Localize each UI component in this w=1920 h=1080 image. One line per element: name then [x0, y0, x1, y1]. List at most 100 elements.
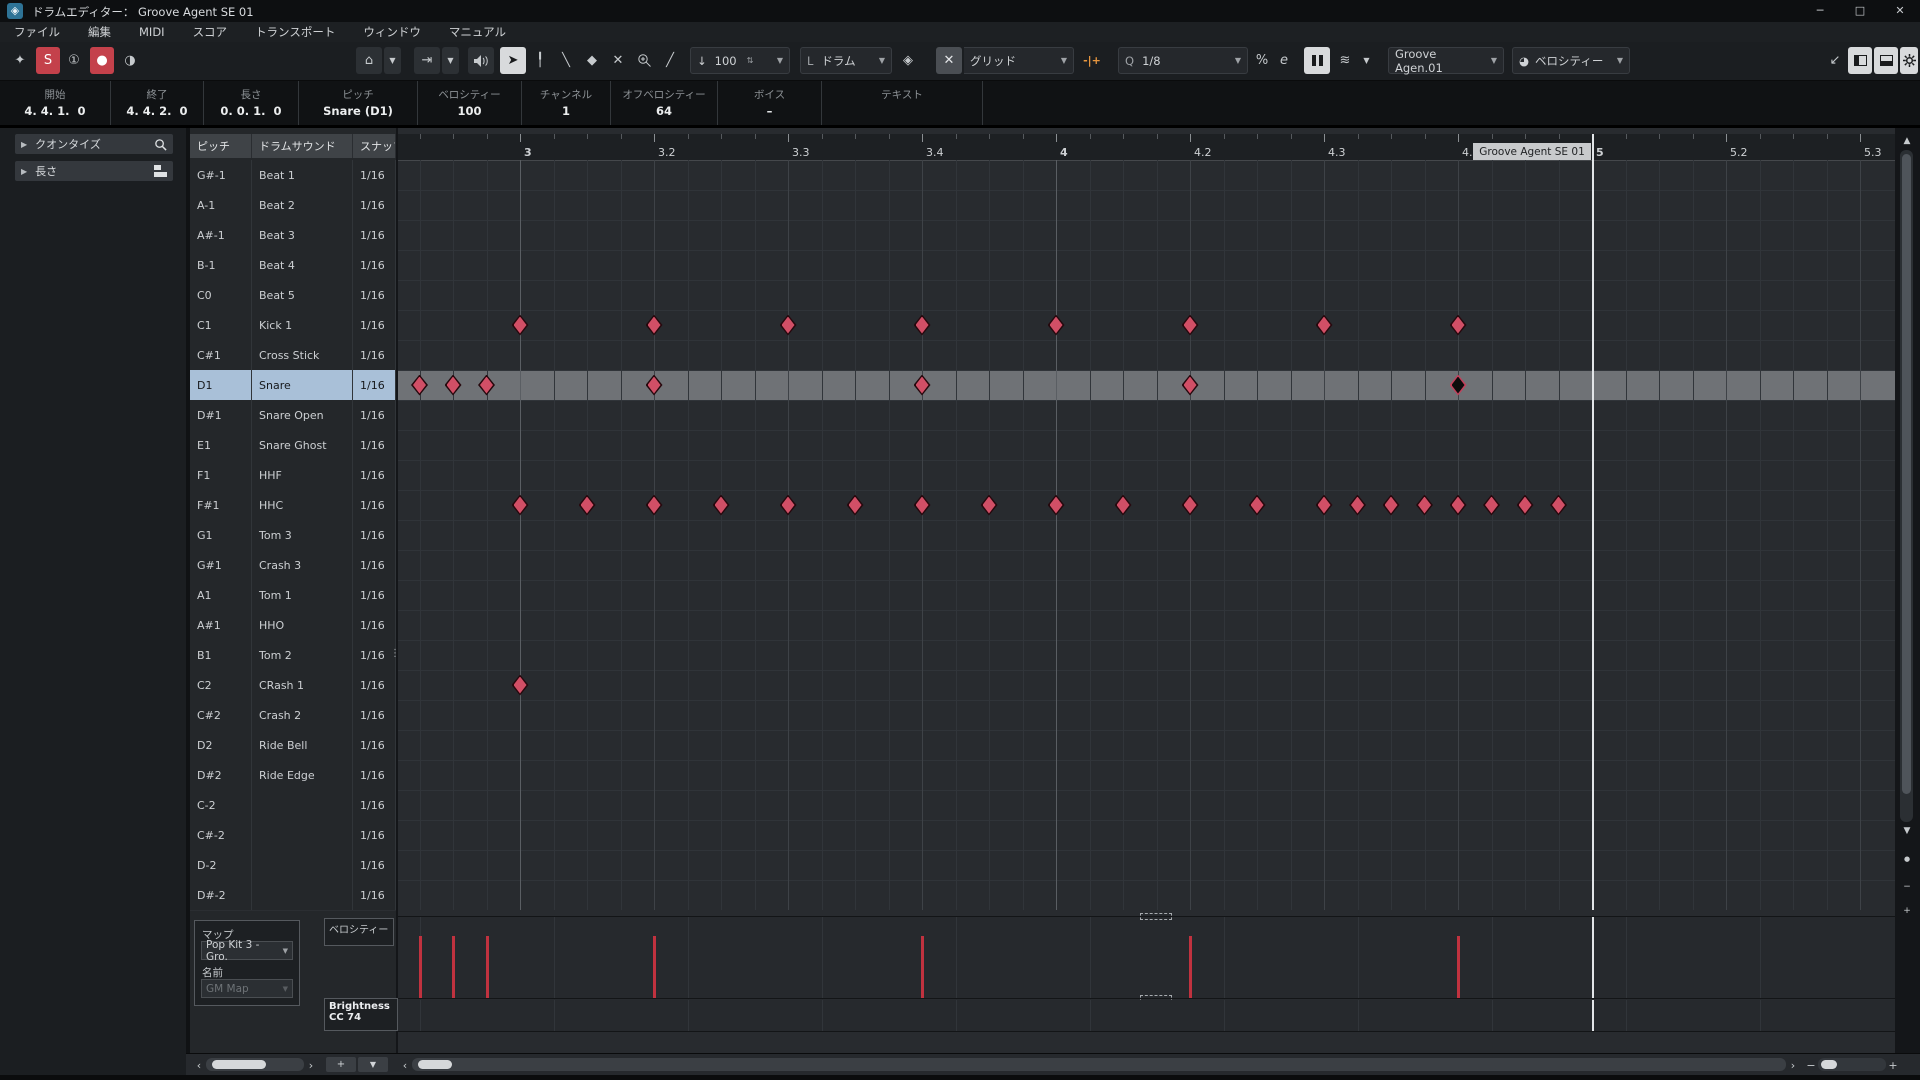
row-snap[interactable]: 1/16 [353, 340, 396, 370]
row-snap[interactable]: 1/16 [353, 520, 396, 550]
controller-lane-dropdown[interactable]: ◕ ベロシティー ▼ [1512, 47, 1630, 74]
velocity-dropdown-arrow[interactable]: ▼ [769, 56, 783, 65]
zoom-tool[interactable] [632, 47, 656, 74]
row-snap[interactable]: 1/16 [353, 400, 396, 430]
grid-hscroll-track[interactable] [412, 1058, 1786, 1071]
note-F#1[interactable] [646, 495, 663, 516]
row-sound[interactable] [252, 820, 353, 850]
row-snap[interactable]: 1/16 [353, 280, 396, 310]
drum-list-header-sound[interactable]: ドラムサウンド [252, 134, 353, 158]
info-field-value[interactable] [900, 103, 904, 119]
row-pitch[interactable]: E1 [190, 430, 252, 460]
menu-item-7[interactable]: マニュアル [435, 24, 520, 40]
note-F#1[interactable] [847, 495, 864, 516]
note-F#1[interactable] [1383, 495, 1400, 516]
event-display-dropdown[interactable]: ▼ [1358, 47, 1375, 74]
row-pitch[interactable]: G#1 [190, 550, 252, 580]
row-snap[interactable]: 1/16 [353, 700, 396, 730]
row-sound[interactable]: Beat 2 [252, 190, 353, 220]
list-hscroll-thumb[interactable] [212, 1060, 266, 1069]
row-sound[interactable]: Cross Stick [252, 340, 353, 370]
row-pitch[interactable]: D#-2 [190, 880, 252, 910]
mute-tool[interactable]: ✕ [606, 47, 630, 74]
row-pitch[interactable]: B1 [190, 640, 252, 670]
drum-row-D#2[interactable]: D#2Ride Edge1/16 [190, 760, 396, 791]
row-sound[interactable]: Snare [252, 370, 353, 400]
drum-row-D#1[interactable]: D#1Snare Open1/16 [190, 400, 396, 431]
setup-toolbar-gear-button[interactable] [1900, 47, 1918, 74]
info-field-value[interactable]: 100 [457, 103, 481, 119]
menu-item-6[interactable]: ウィンドウ [349, 24, 435, 40]
drum-row-C0[interactable]: C0Beat 51/16 [190, 280, 396, 311]
note-C1[interactable] [780, 315, 797, 336]
timeline-ruler[interactable]: 33.23.33.444.24.34.455.25.3Groove Agent … [398, 134, 1895, 161]
info-field-2[interactable]: 終了4. 4. 2. 0 [111, 81, 204, 125]
row-pitch[interactable]: G#-1 [190, 160, 252, 190]
minimize-button[interactable]: ─ [1800, 0, 1840, 22]
row-snap[interactable]: 1/16 [353, 730, 396, 760]
row-sound[interactable]: Beat 5 [252, 280, 353, 310]
drum-row-F#1[interactable]: F#1HHC1/16 [190, 490, 396, 521]
note-F#1[interactable] [512, 495, 529, 516]
row-sound[interactable]: HHC [252, 490, 353, 520]
row-pitch[interactable]: A#1 [190, 610, 252, 640]
note-F#1[interactable] [1249, 495, 1266, 516]
row-snap[interactable]: 1/16 [353, 790, 396, 820]
row-sound[interactable]: Crash 3 [252, 550, 353, 580]
note-F#1[interactable] [914, 495, 931, 516]
list-hscroll-track[interactable] [206, 1058, 304, 1071]
drum-row-A1[interactable]: A1Tom 11/16 [190, 580, 396, 611]
note-F#1[interactable] [981, 495, 998, 516]
drum-row-C2[interactable]: C2CRash 11/16 [190, 670, 396, 701]
note-F#1[interactable] [1483, 495, 1500, 516]
note-F#1[interactable] [1115, 495, 1132, 516]
velocity-lane[interactable] [398, 916, 1895, 999]
note-F#1[interactable] [1349, 495, 1366, 516]
row-pitch[interactable]: D1 [190, 370, 252, 400]
event-display-button[interactable]: ≋ [1332, 47, 1358, 74]
row-snap[interactable]: 1/16 [353, 220, 396, 250]
row-sound[interactable]: Tom 1 [252, 580, 353, 610]
scroll-down-arrow[interactable]: ▼ [1897, 824, 1917, 838]
row-pitch[interactable]: A#-1 [190, 220, 252, 250]
note-C1[interactable] [646, 315, 663, 336]
drum-row-F1[interactable]: F1HHF1/16 [190, 460, 396, 491]
note-C1[interactable] [512, 315, 529, 336]
row-snap[interactable]: 1/16 [353, 850, 396, 880]
event-colors-button[interactable] [1304, 47, 1330, 74]
drum-row-G1[interactable]: G1Tom 31/16 [190, 520, 396, 551]
row-pitch[interactable]: F1 [190, 460, 252, 490]
row-sound[interactable] [252, 880, 353, 910]
drum-row-B-1[interactable]: B-1Beat 41/16 [190, 250, 396, 281]
drum-row-D2[interactable]: D2Ride Bell1/16 [190, 730, 396, 761]
record-button[interactable]: ● [90, 47, 114, 74]
info-field-value[interactable]: Snare (D1) [323, 103, 393, 119]
open-in-lower-zone-button[interactable]: ↙ [1824, 47, 1846, 74]
hzoom-thumb[interactable] [1821, 1060, 1837, 1069]
info-field-7[interactable]: オフベロシティー64 [611, 81, 718, 125]
row-sound[interactable]: HHF [252, 460, 353, 490]
info-field-value[interactable]: 0. 0. 1. 0 [220, 103, 281, 119]
menu-item-3[interactable]: MIDI [125, 25, 179, 39]
row-pitch[interactable]: C#-2 [190, 820, 252, 850]
note-F#1[interactable] [780, 495, 797, 516]
row-sound[interactable]: CRash 1 [252, 670, 353, 700]
note-F#1[interactable] [1517, 495, 1534, 516]
snap-toggle[interactable]: ✕ [936, 47, 962, 74]
note-C1[interactable] [1048, 315, 1065, 336]
velocity-stem[interactable] [1189, 936, 1192, 998]
row-sound[interactable]: Tom 3 [252, 520, 353, 550]
drum-map-dropdown[interactable]: Groove Agen.01 ▼ [1388, 47, 1504, 74]
info-field-4[interactable]: ピッチSnare (D1) [299, 81, 418, 125]
menu-item-2[interactable]: 編集 [74, 24, 125, 40]
row-pitch[interactable]: D2 [190, 730, 252, 760]
velocity-lane-label[interactable]: ベロシティー [324, 918, 394, 946]
note-F#1[interactable] [1182, 495, 1199, 516]
autoscroll-toggle[interactable]: ⇥ [414, 47, 440, 74]
velocity-stem[interactable] [452, 936, 455, 998]
drum-row-C#2[interactable]: C#2Crash 21/16 [190, 700, 396, 731]
row-sound[interactable]: Tom 2 [252, 640, 353, 670]
row-sound[interactable]: HHO [252, 610, 353, 640]
vzoom-out-button[interactable]: − [1897, 880, 1917, 894]
row-snap[interactable]: 1/16 [353, 550, 396, 580]
